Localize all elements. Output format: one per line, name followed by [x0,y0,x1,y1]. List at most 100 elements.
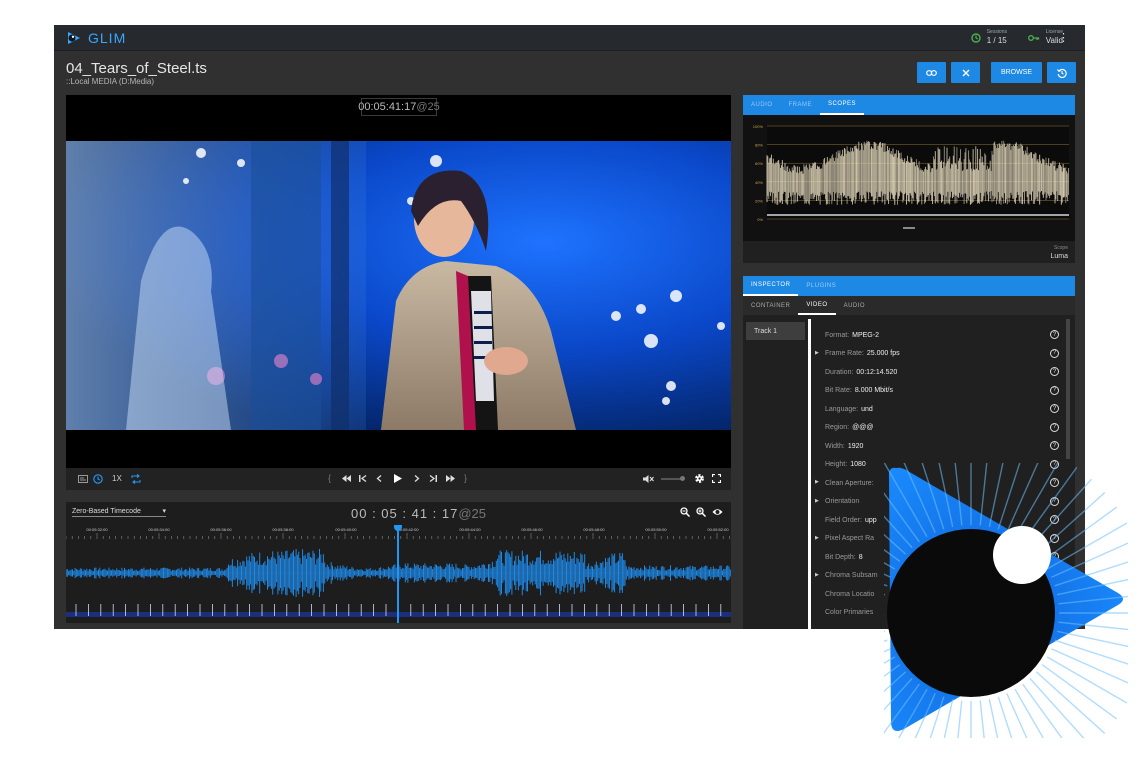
loop-icon[interactable] [131,474,141,484]
subtab-container[interactable]: CONTAINER [743,296,798,315]
ruler-label: 00:05:50:00 [645,527,667,532]
ruler-label: 00:05:46:00 [521,527,543,532]
help-icon[interactable]: ? [1050,441,1059,450]
tab-scopes[interactable]: SCOPES [820,95,865,115]
subtab-audio[interactable]: AUDIO [836,296,874,315]
mark-out-bracket[interactable]: } [464,473,467,483]
timecode-mode-select[interactable]: Zero-Based Timecode ▾ [72,508,166,517]
property-row: Region: @@@? [825,419,1065,438]
expand-arrow-icon[interactable]: ▶ [815,572,819,578]
close-icon [962,69,969,76]
scope-tabs: AUDIO FRAME SCOPES [743,95,1075,115]
playback-speed[interactable]: 1X [112,474,122,483]
expand-arrow-icon[interactable]: ▶ [815,498,819,504]
tab-audio[interactable]: AUDIO [743,95,781,115]
skip-to-start-icon[interactable] [359,475,367,482]
property-row: Width: 1920? [825,437,1065,456]
volume-slider-thumb[interactable] [680,476,685,481]
video-viewer[interactable]: 00:05:41:17 @25 [66,95,731,468]
previous-frame-icon[interactable] [376,475,382,482]
file-source: ::Local MEDIA (D:Media) [66,77,155,86]
property-row: Format: MPEG-2? [825,326,1065,345]
ruler-label: 00:05:32:00 [86,527,108,532]
play-icon[interactable] [394,474,402,483]
logo-ray [1014,688,1044,738]
history-button[interactable] [1047,62,1076,83]
ruler-label: 00:05:38:00 [272,527,294,532]
help-icon[interactable]: ? [1050,385,1059,395]
browse-button[interactable]: BROWSE [991,62,1042,83]
zoom-in-icon[interactable] [696,507,706,517]
scope-selector-label: Scope [1053,245,1068,251]
timeline-panel: Zero-Based Timecode ▾ 00 : 05 : 41 : 17@… [66,502,731,623]
tab-plugins[interactable]: PLUGINS [798,276,844,296]
settings-gear-icon[interactable] [694,473,705,484]
timeline-timecode: 00 : 05 : 41 : 17@25 [351,506,486,521]
property-name: Frame Rate: [825,350,864,358]
fast-forward-icon[interactable] [446,475,455,482]
help-icon[interactable]: ? [1050,367,1059,376]
link-button[interactable] [917,62,946,83]
sessions-indicator: Sessions 1 / 15 [971,29,1007,46]
logo-ray [979,700,985,738]
property-name: Format: [825,331,850,339]
mark-in-bracket[interactable]: { [328,473,331,483]
tab-frame[interactable]: FRAME [781,95,821,115]
volume-slider[interactable] [661,476,685,481]
sessions-label: Sessions [986,29,1007,35]
track-1-item[interactable]: Track 1 [746,322,805,340]
volume-muted-icon[interactable] [643,474,654,484]
divider [808,319,811,629]
property-name: Pixel Aspect Ra [825,535,875,543]
subtab-video[interactable]: VIDEO [798,296,836,315]
chevron-down-icon: ▾ [162,508,166,515]
scope-level-label: 0% [757,217,763,222]
glim-logo[interactable]: GLIM [66,30,126,46]
logo-ray [1046,522,1128,570]
property-row[interactable]: ▶ Frame Rate: 25.000 fps? [815,345,1065,364]
scrollbar[interactable] [1066,319,1070,459]
expand-arrow-icon[interactable]: ▶ [815,479,819,485]
zoom-out-icon[interactable] [680,507,690,517]
logo-ray [884,583,888,587]
property-name: Chroma Subsam [825,572,878,580]
sessions-value: 1 / 15 [986,36,1007,45]
video-frame-image [66,141,731,430]
eye-icon[interactable] [712,507,723,517]
ruler-label: 00:05:40:00 [335,527,357,532]
scope-selector-value: Luma [1050,253,1068,260]
scope-level-label: 20% [755,198,763,203]
playhead[interactable] [397,526,399,623]
scopes-panel: AUDIO FRAME SCOPES 100% 80% 60% 40% 20% 0% Sc… [743,95,1075,263]
expand-arrow-icon[interactable]: ▶ [815,535,819,541]
logo-ray [884,648,891,653]
close-button[interactable] [951,62,980,83]
logo-ray [1046,656,1128,704]
property-name: Language: [825,405,859,413]
key-icon [1027,34,1039,41]
next-frame-icon[interactable] [414,475,420,482]
timeline-timecode-value: 00 : 05 : 41 : 17 [351,506,459,521]
property-value: 1080 [850,461,866,469]
help-icon[interactable]: ? [1050,422,1059,432]
ruler-label: 00:05:44:00 [459,527,481,532]
timeline-tools [680,507,723,517]
help-icon[interactable]: ? [1050,348,1059,358]
logo-ray [1056,630,1128,648]
logo-ray [884,639,888,643]
expand-arrow-icon[interactable]: ▶ [815,350,819,356]
skip-to-end-icon[interactable] [429,475,437,482]
rewind-icon[interactable] [342,475,351,482]
help-icon[interactable]: ? [1050,330,1059,339]
tab-inspector[interactable]: INSPECTOR [743,276,799,296]
property-name: Bit Depth: [825,553,856,561]
scope-scroll-indicator[interactable] [903,227,915,229]
scope-selector[interactable]: Scope Luma [1050,245,1068,261]
property-value: 8 [858,553,863,561]
subtitles-icon[interactable] [78,475,88,483]
viewer-timecode-fps: @25 [416,101,440,113]
more-menu-icon[interactable]: ⋮ [1058,32,1069,44]
help-icon[interactable]: ? [1050,404,1059,413]
timecode-clock-icon[interactable] [93,474,103,484]
fullscreen-icon[interactable] [712,474,721,483]
